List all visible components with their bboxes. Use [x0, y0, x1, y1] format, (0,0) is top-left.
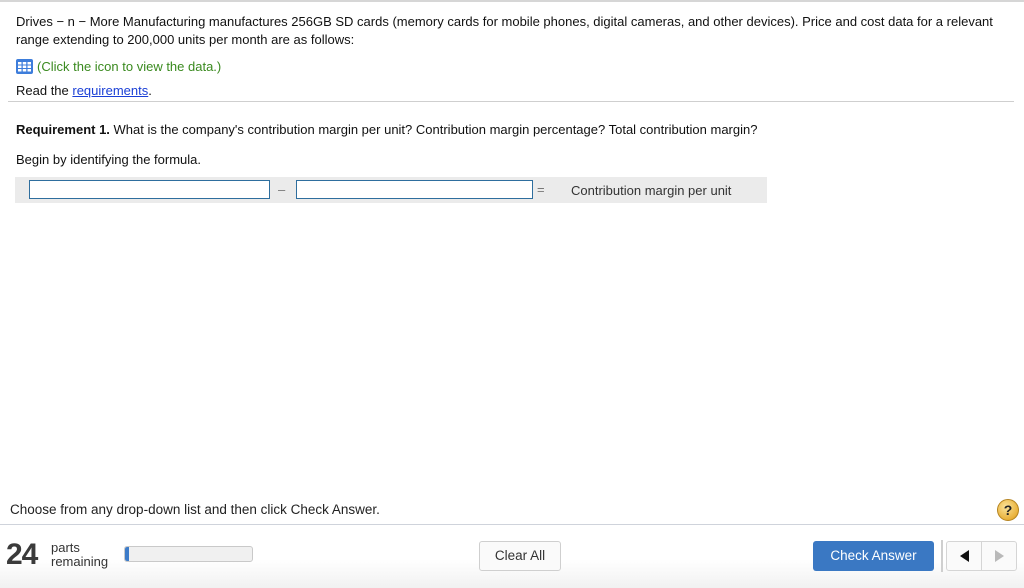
formula-input-2[interactable] — [296, 180, 533, 199]
answer-instruction: Choose from any drop-down list and then … — [10, 502, 380, 517]
triangle-left-icon — [959, 550, 969, 562]
previous-button[interactable] — [947, 542, 981, 570]
question-nav — [946, 541, 1017, 571]
progress-bar-fill — [125, 547, 129, 561]
parts-label-line1: parts — [51, 540, 80, 555]
requirements-link[interactable]: requirements — [72, 83, 148, 98]
read-prefix: Read the — [16, 83, 73, 98]
table-grid-icon[interactable] — [16, 58, 33, 74]
triangle-right-icon — [994, 550, 1004, 562]
parts-label-line2: remaining — [51, 554, 109, 569]
question-icon: ? — [1003, 502, 1013, 518]
requirement-label: Requirement 1. — [16, 122, 110, 137]
next-button[interactable] — [981, 542, 1016, 570]
clear-all-button[interactable]: Clear All — [479, 541, 561, 571]
equals-operator: = — [537, 182, 545, 197]
check-answer-button[interactable]: Check Answer — [813, 541, 934, 571]
minus-operator: – — [278, 182, 286, 197]
section-divider — [8, 101, 1014, 102]
parts-remaining-label: parts remaining — [51, 541, 108, 569]
data-link-row[interactable]: (Click the icon to view the data.) — [16, 57, 1006, 75]
begin-instruction: Begin by identifying the formula. — [16, 152, 201, 167]
view-data-link[interactable]: (Click the icon to view the data.) — [37, 59, 221, 74]
footer-bar: 24 parts remaining Clear All Check Answe… — [0, 525, 1024, 588]
requirement-question: Requirement 1. What is the company's con… — [16, 122, 757, 137]
parts-remaining-count: 24 — [6, 538, 38, 571]
formula-input-1[interactable] — [29, 180, 270, 199]
top-border — [0, 0, 1024, 2]
nav-separator — [941, 540, 943, 572]
read-requirements-row: Read the requirements. — [16, 82, 1006, 100]
read-suffix: . — [148, 83, 152, 98]
progress-bar — [124, 546, 253, 562]
requirement-text: What is the company's contribution margi… — [109, 122, 758, 137]
help-button[interactable]: ? — [997, 499, 1019, 521]
formula-row: – = Contribution margin per unit — [15, 177, 767, 203]
problem-intro: Drives − n − More Manufacturing manufact… — [16, 14, 993, 47]
formula-result-label: Contribution margin per unit — [571, 183, 732, 198]
problem-statement: Drives − n − More Manufacturing manufact… — [16, 13, 1006, 100]
